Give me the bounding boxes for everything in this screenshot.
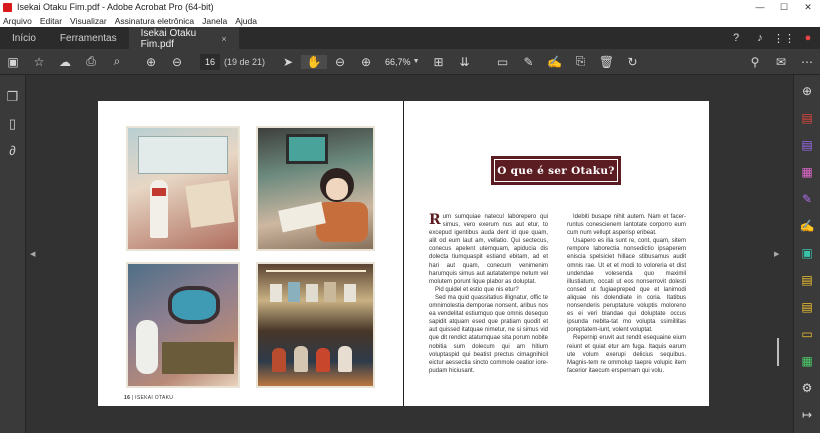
print-icon[interactable]: ⎙ [78,54,104,69]
page-count: (19 de 21) [224,56,266,67]
next-page-icon[interactable]: ⊖ [164,55,190,69]
more-tools-icon[interactable]: ▦ [794,347,820,374]
right-collapse-icon[interactable]: ▶ [774,250,779,258]
zoom-level[interactable]: 66,7% [385,57,411,67]
stamp-icon[interactable]: ⎘ [568,54,594,69]
compress-icon[interactable]: ▤ [794,266,820,293]
tab-document[interactable]: Isekai Otaku Fim.pdf × [128,27,239,50]
vertical-scrollbar[interactable] [777,338,779,366]
share-link-icon[interactable]: ⚲ [742,55,768,69]
paragraph: Idebiti busape nihit autem. Nam et facer… [567,214,686,237]
delete-icon[interactable]: 🗑 [594,55,620,69]
zoom-in-icon[interactable]: ⊕ [353,55,379,69]
paragraph: Pid quidel et estio que nis etur? [435,286,519,293]
bookmark-icon[interactable]: ▯ [0,110,25,137]
manga-illustration-2 [256,126,375,251]
edit-pdf-icon[interactable]: ✎ [794,185,820,212]
page-number-input[interactable]: 16 [200,53,220,70]
sign-icon[interactable]: ✍ [542,55,568,69]
send-sign-icon[interactable]: ▣ [794,239,820,266]
expand-pane-icon[interactable]: ↦ [794,401,820,428]
acrobat-logo-icon [3,2,12,12]
tab-bar-actions: ? ♪ ⋮⋮ ● [724,32,820,45]
email-icon[interactable]: ✉ [768,55,794,69]
menu-ajuda[interactable]: Ajuda [235,16,257,26]
window-title: Isekai Otaku Fim.pdf - Adobe Acrobat Pro… [17,2,214,12]
comment-tool-icon[interactable]: ▤ [794,293,820,320]
fill-sign-icon[interactable]: ✍ [794,212,820,239]
main-toolbar: ▣ ☆ ☁ ⎙ ⌕ ⊕ ⊖ 16 (19 de 21) ➤ ✋ ⊖ ⊕ 66,7… [0,49,820,75]
left-collapse-icon[interactable]: ◀ [30,250,35,258]
cloud-upload-icon[interactable]: ☁ [52,55,78,69]
more-options-icon[interactable]: ⋯ [794,55,820,69]
zoom-dropdown-icon[interactable]: ▼ [413,58,420,65]
page-number: 16 [124,395,131,401]
star-icon[interactable]: ☆ [26,55,52,69]
menu-bar: Arquivo Editar Visualizar Assinatura ele… [0,14,820,27]
select-cursor-icon[interactable]: ➤ [275,55,301,69]
menu-janela[interactable]: Janela [202,16,227,26]
paragraph: Usapero es ilia sunt re, cont, quam, sit… [567,238,686,334]
paragraph: Sed ma quid quassitatius illignatur, off… [429,294,548,374]
tab-document-label: Isekai Otaku Fim.pdf [140,28,197,50]
comment-icon[interactable]: ▭ [490,55,516,69]
manga-illustration-1 [126,126,240,251]
text-column-1: Rum sumquiae natecul laborepero qui simu… [429,213,548,375]
maximize-button[interactable]: ☐ [772,2,796,13]
paragraph: Repernip eruvit aut rendit esequaine eiu… [567,335,686,374]
menu-editar[interactable]: Editar [40,16,62,26]
search-icon[interactable]: ⌕ [104,54,130,69]
export-pdf-icon[interactable]: ▤ [794,104,820,131]
title-bar: Isekai Otaku Fim.pdf - Adobe Acrobat Pro… [0,0,820,14]
left-nav-panel: ❐ ▯ ∂ [0,75,26,433]
zoom-out-icon[interactable]: ⊖ [327,55,353,69]
pages-thumbnail-icon[interactable]: ❐ [0,83,25,110]
customize-icon[interactable]: ⚙ [794,374,820,401]
tab-tools[interactable]: Ferramentas [48,27,129,49]
protect-icon[interactable]: ▭ [794,320,820,347]
avatar[interactable]: ● [796,32,820,44]
minimize-button[interactable]: — [748,2,772,12]
zoom-search-icon[interactable]: ⊕ [794,77,820,104]
create-pdf-icon[interactable]: ▤ [794,131,820,158]
scroll-mode-icon[interactable]: ⇊ [452,55,478,69]
tab-bar: Início Ferramentas Isekai Otaku Fim.pdf … [0,27,820,50]
hand-tool-icon[interactable]: ✋ [301,54,328,69]
menu-visualizar[interactable]: Visualizar [70,16,107,26]
tab-close-icon[interactable]: × [221,34,226,44]
dropcap-letter: R [429,212,441,228]
menu-arquivo[interactable]: Arquivo [3,16,32,26]
attachment-icon[interactable]: ∂ [0,137,25,164]
help-icon[interactable]: ? [724,32,748,44]
rotate-icon[interactable]: ↻ [620,55,646,69]
tab-home[interactable]: Início [0,27,48,49]
save-icon[interactable]: ▣ [0,55,26,69]
page-footer: 16 | ISEKAI OTAKU [124,395,173,401]
close-window-button[interactable]: ✕ [796,2,820,13]
footer-title: | ISEKAI OTAKU [131,395,174,401]
section-heading: O que é ser Otaku? [491,156,621,185]
bell-icon[interactable]: ♪ [748,32,772,44]
manga-illustration-4 [256,262,375,388]
pdf-page-left: 16 | ISEKAI OTAKU [98,101,403,406]
manga-illustration-3 [126,262,240,388]
pdf-page-right: O que é ser Otaku? Rum sumquiae natecul … [404,101,709,406]
paragraph: Rum sumquiae natecul laborepero qui simu… [429,212,548,285]
right-tools-pane: ⊕ ▤ ▤ ▦ ✎ ✍ ▣ ▤ ▤ ▭ ▦ ⚙ ↦ [793,75,820,433]
text-column-2: Idebiti busape nihit autem. Nam et facer… [567,213,686,375]
page-fit-icon[interactable]: ⊞ [426,55,452,69]
menu-assinatura[interactable]: Assinatura eletrônica [115,16,194,26]
apps-grid-icon[interactable]: ⋮⋮ [772,32,796,45]
prev-page-icon[interactable]: ⊕ [138,55,164,69]
organize-pages-icon[interactable]: ▦ [794,158,820,185]
highlight-icon[interactable]: ✎ [516,55,542,69]
